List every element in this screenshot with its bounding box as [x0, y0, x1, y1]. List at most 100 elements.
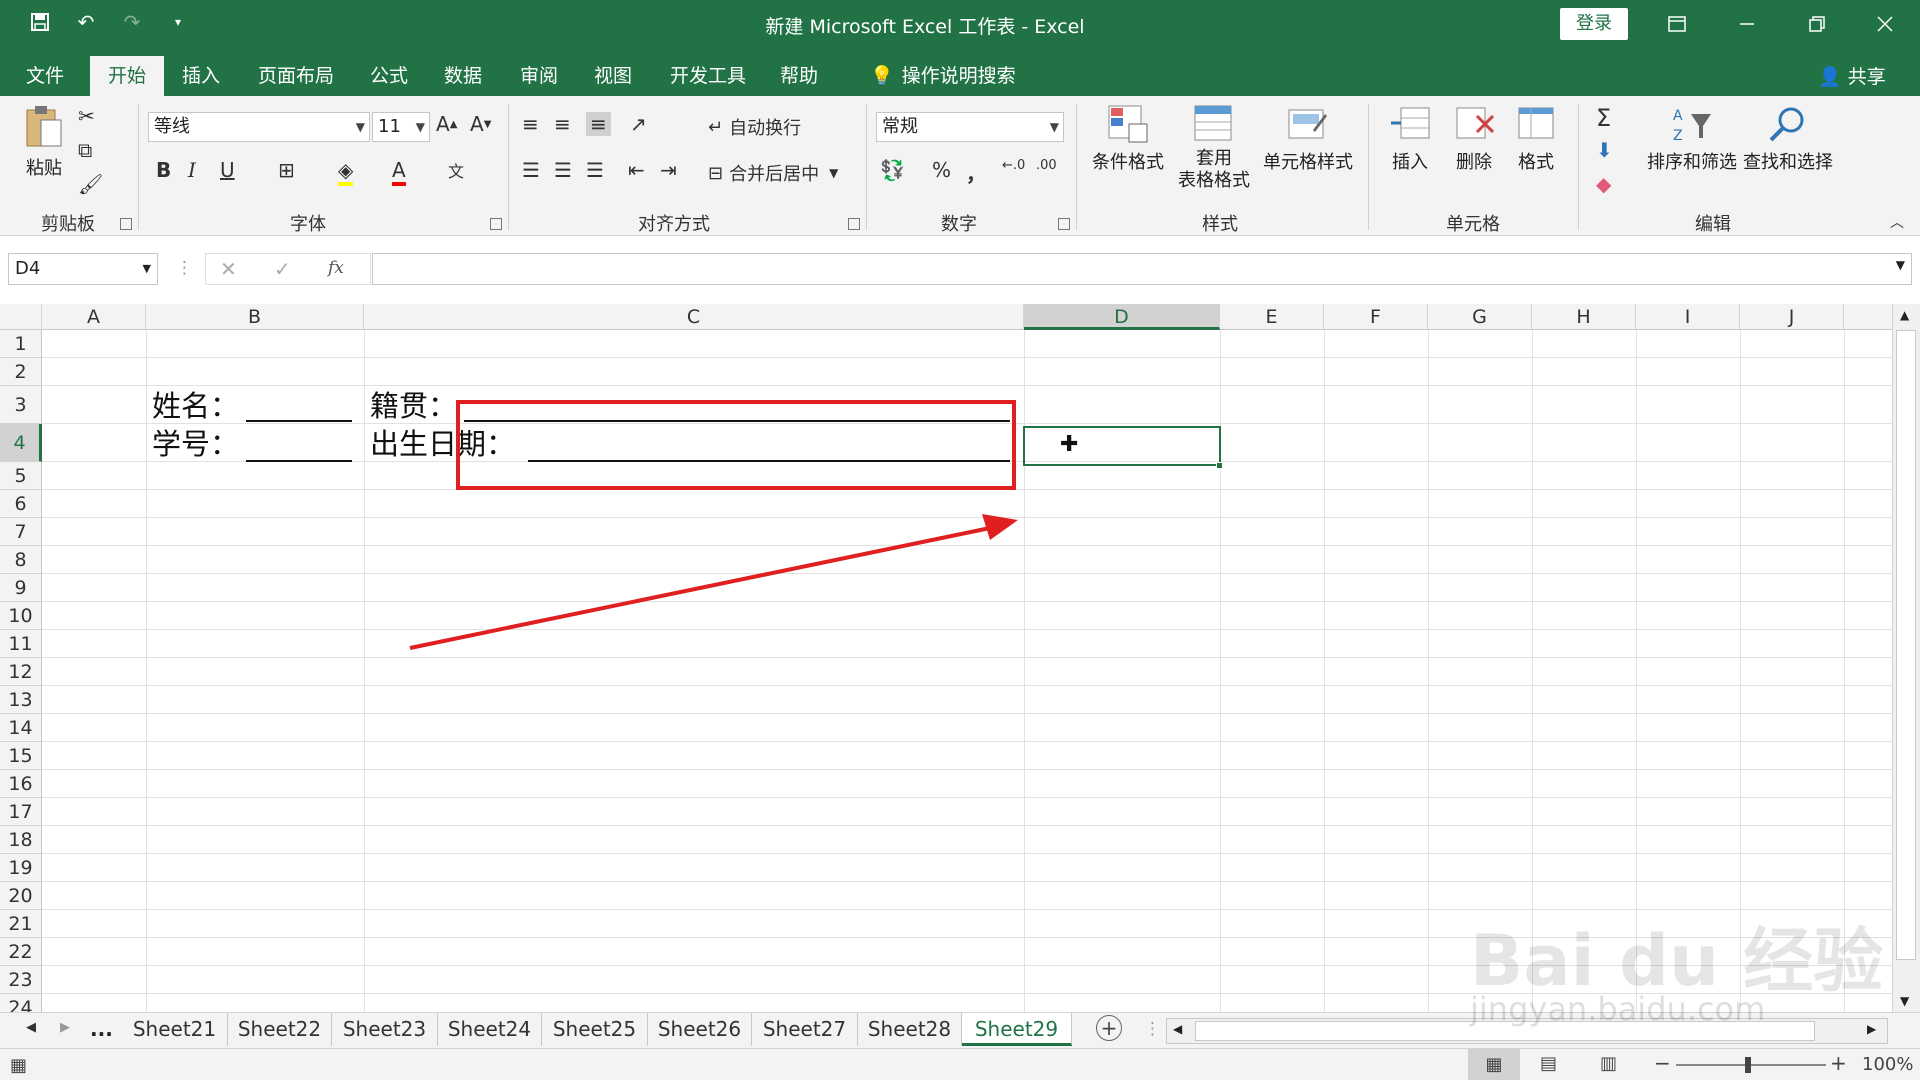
find-select-button[interactable]: 查找和选择	[1740, 104, 1836, 174]
cancel-icon[interactable]: ✕	[220, 257, 237, 281]
sheet-tab[interactable]: Sheet25	[542, 1013, 648, 1046]
active-cell-d4[interactable]	[1023, 426, 1221, 466]
orientation-icon[interactable]: ↗	[630, 112, 647, 136]
tab-view[interactable]: 视图	[576, 56, 650, 96]
restore-icon[interactable]	[1782, 0, 1852, 48]
tab-home[interactable]: 开始	[90, 56, 165, 96]
scroll-left-icon[interactable]: ◀	[1173, 1022, 1182, 1036]
fill-icon[interactable]: ⬇	[1596, 138, 1613, 162]
font-size-select[interactable]: 11 ▼	[372, 112, 430, 142]
row-header-12[interactable]: 12	[0, 658, 42, 686]
font-name-select[interactable]: 等线 ▼	[148, 112, 370, 142]
zoom-out-icon[interactable]: −	[1654, 1051, 1671, 1075]
cell-b3[interactable]: 姓名：	[152, 388, 239, 424]
row-header-4[interactable]: 4	[0, 424, 42, 462]
wrap-text-button[interactable]: ↵ 自动换行	[708, 114, 801, 140]
zoom-slider-thumb[interactable]	[1745, 1057, 1751, 1073]
phonetic-guide-icon[interactable]: 文	[448, 158, 464, 182]
vertical-scrollbar[interactable]: ▲ ▼	[1892, 304, 1920, 1012]
sign-in-button[interactable]: 登录	[1560, 8, 1628, 40]
scroll-right-icon[interactable]: ▶	[1867, 1022, 1876, 1036]
column-header-e[interactable]: E	[1220, 304, 1324, 330]
font-color-icon[interactable]: A	[392, 158, 406, 186]
sheet-tab[interactable]: Sheet26	[648, 1013, 752, 1046]
zoom-in-icon[interactable]: +	[1830, 1051, 1847, 1075]
column-header-j[interactable]: J	[1740, 304, 1844, 330]
decrease-indent-icon[interactable]: ⇤	[628, 158, 645, 182]
comma-button[interactable]: ，	[966, 158, 986, 187]
decrease-font-icon[interactable]: A ▼	[470, 112, 491, 136]
number-launcher-icon[interactable]	[1058, 218, 1070, 230]
sheet-tab-active[interactable]: Sheet29	[962, 1013, 1072, 1046]
row-header-21[interactable]: 21	[0, 910, 42, 938]
column-header-b[interactable]: B	[146, 304, 364, 330]
sheet-tab[interactable]: Sheet23	[332, 1013, 438, 1046]
cell-c3[interactable]: 籍贯：	[370, 388, 457, 424]
row-header-2[interactable]: 2	[0, 358, 42, 386]
tab-data[interactable]: 数据	[426, 56, 500, 96]
normal-view-icon[interactable]: ▦	[1468, 1049, 1520, 1080]
row-header-13[interactable]: 13	[0, 686, 42, 714]
tab-split-handle-icon[interactable]: ⋮	[1144, 1019, 1161, 1039]
cell-b4[interactable]: 学号：	[152, 426, 239, 462]
paste-button[interactable]: 粘贴	[18, 104, 70, 180]
minimize-icon[interactable]	[1712, 0, 1782, 48]
ribbon-display-options-icon[interactable]	[1642, 0, 1712, 48]
sheet-tab[interactable]: Sheet22	[228, 1013, 332, 1046]
vertical-scroll-thumb[interactable]	[1896, 330, 1916, 960]
conditional-formatting-button[interactable]: 条件格式	[1086, 104, 1170, 174]
tab-insert[interactable]: 插入	[164, 56, 238, 96]
new-sheet-icon[interactable]: +	[1096, 1015, 1122, 1041]
row-header-7[interactable]: 7	[0, 518, 42, 546]
align-middle-icon[interactable]: ≡	[554, 112, 571, 136]
align-top-icon[interactable]: ≡	[522, 112, 539, 136]
row-header-1[interactable]: 1	[0, 330, 42, 358]
borders-icon[interactable]: ⊞	[278, 158, 295, 182]
column-header-h[interactable]: H	[1532, 304, 1636, 330]
clear-icon[interactable]: ◆	[1596, 172, 1611, 196]
increase-indent-icon[interactable]: ⇥	[660, 158, 677, 182]
copy-icon[interactable]: ⧉	[78, 138, 92, 162]
accounting-format-icon[interactable]: 💱	[880, 158, 905, 182]
format-cells-button[interactable]: 格式	[1506, 104, 1566, 174]
tab-formulas[interactable]: 公式	[352, 56, 426, 96]
tab-review[interactable]: 审阅	[502, 56, 576, 96]
drag-handle-icon[interactable]: ⋮	[176, 258, 193, 278]
font-launcher-icon[interactable]	[490, 218, 502, 230]
macro-record-icon[interactable]: ▦	[10, 1055, 27, 1076]
close-icon[interactable]	[1850, 0, 1920, 48]
collapse-ribbon-icon[interactable]: ︿	[1890, 212, 1904, 232]
row-header-11[interactable]: 11	[0, 630, 42, 658]
decrease-decimal-icon[interactable]: .00	[1036, 158, 1057, 173]
sheet-tab[interactable]: Sheet21	[122, 1013, 228, 1046]
share-button[interactable]: 👤 共享	[1818, 62, 1886, 89]
column-header-a[interactable]: A	[42, 304, 146, 330]
scroll-tabs-left-icon[interactable]: ◀	[26, 1020, 36, 1035]
row-header-16[interactable]: 16	[0, 770, 42, 798]
number-format-select[interactable]: 常规 ▼	[876, 112, 1064, 142]
zoom-slider[interactable]	[1676, 1064, 1826, 1066]
row-header-15[interactable]: 15	[0, 742, 42, 770]
insert-function-icon[interactable]: fx	[328, 258, 344, 278]
page-layout-view-icon[interactable]: ▤	[1540, 1053, 1557, 1074]
sort-filter-button[interactable]: AZ 排序和筛选	[1644, 104, 1740, 174]
zoom-level[interactable]: 100%	[1862, 1054, 1913, 1075]
scroll-down-icon[interactable]: ▼	[1900, 994, 1909, 1008]
percent-button[interactable]: %	[932, 158, 951, 182]
row-header-8[interactable]: 8	[0, 546, 42, 574]
fill-color-icon[interactable]: ◈	[338, 158, 354, 186]
page-break-view-icon[interactable]: ▥	[1600, 1053, 1617, 1074]
insert-cells-button[interactable]: 插入	[1380, 104, 1440, 174]
expand-formula-icon[interactable]: ▼	[1896, 258, 1905, 272]
column-header-c[interactable]: C	[364, 304, 1024, 330]
row-header-19[interactable]: 19	[0, 854, 42, 882]
enter-icon[interactable]: ✓	[274, 257, 291, 281]
align-bottom-icon[interactable]: ≡	[586, 112, 611, 136]
align-center-icon[interactable]: ☰	[554, 158, 572, 182]
cut-icon[interactable]: ✂	[78, 104, 95, 128]
sheet-tab[interactable]: Sheet24	[438, 1013, 542, 1046]
format-as-table-button[interactable]: 套用 表格格式	[1168, 104, 1260, 192]
name-box[interactable]: D4 ▼	[8, 253, 158, 285]
cell-c4[interactable]: 出生日期：	[370, 426, 515, 462]
row-header-17[interactable]: 17	[0, 798, 42, 826]
